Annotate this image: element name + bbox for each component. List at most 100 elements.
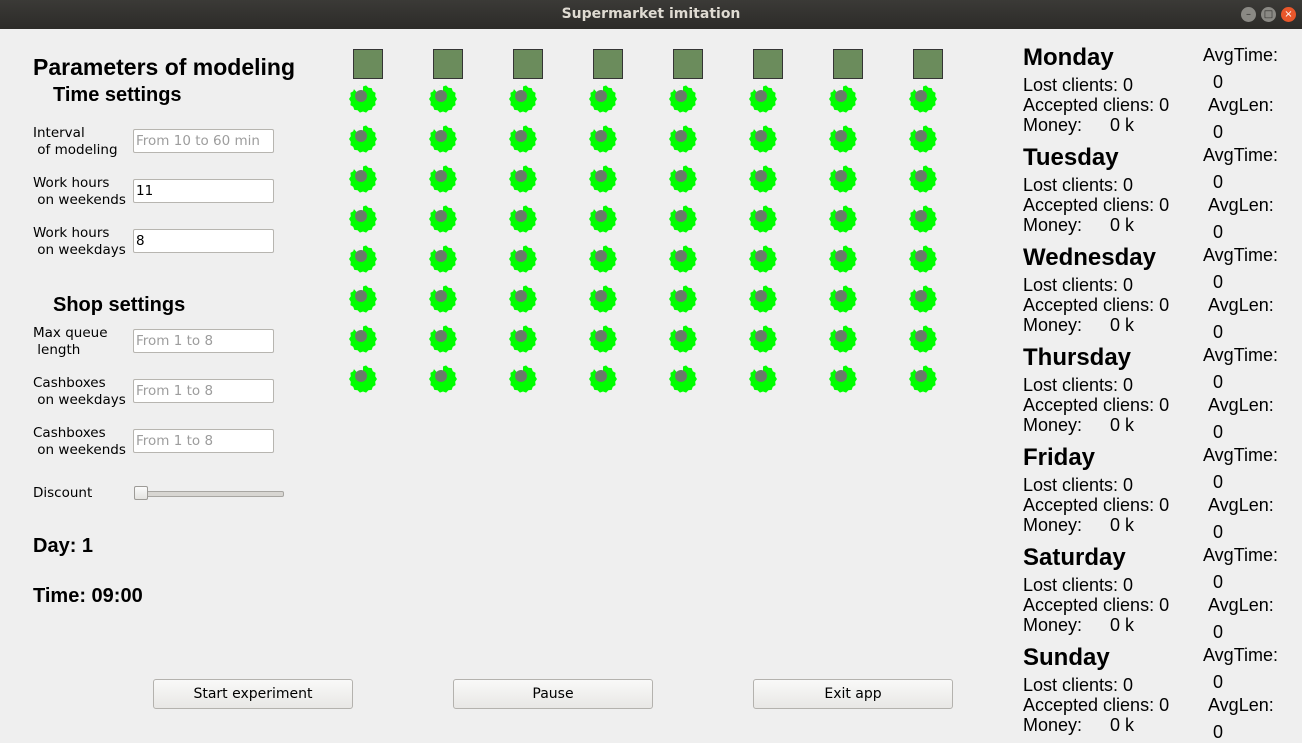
client-icon <box>349 245 377 273</box>
avg-len-label: AvgLen: <box>1208 595 1274 615</box>
cashbox-2 <box>433 49 463 79</box>
day-name-thursday: Thursday <box>1023 344 1132 371</box>
client-icon <box>829 325 857 353</box>
client-icon <box>829 165 857 193</box>
client-icon <box>909 245 937 273</box>
client-icon <box>589 285 617 313</box>
client-icon <box>909 125 937 153</box>
money-value: 0 k <box>1110 615 1135 635</box>
client-icon <box>669 165 697 193</box>
weekday-hours-label: Work hours on weekdays <box>33 225 126 258</box>
avg-len-value: 0 <box>1213 122 1224 142</box>
avg-len-value: 0 <box>1213 522 1224 542</box>
money-value: 0 k <box>1110 115 1135 135</box>
time-counter: Time: 09:00 <box>33 585 143 607</box>
client-icon <box>669 365 697 393</box>
client-icon <box>669 205 697 233</box>
lost-clients-label: Lost clients: 0 <box>1023 175 1134 195</box>
lost-clients-label: Lost clients: 0 <box>1023 675 1134 695</box>
accepted-clients-label: Accepted cliens: 0 <box>1023 195 1170 215</box>
interval-input[interactable] <box>133 129 274 153</box>
client-icon <box>749 205 777 233</box>
lost-clients-label: Lost clients: 0 <box>1023 375 1134 395</box>
client-icon <box>509 125 537 153</box>
avg-len-value: 0 <box>1213 322 1224 342</box>
client-icon <box>669 325 697 353</box>
money-label: Money: <box>1023 115 1083 135</box>
avg-len-label: AvgLen: <box>1208 695 1274 715</box>
client-icon <box>829 285 857 313</box>
client-icon <box>429 205 457 233</box>
window-title: Supermarket imitation <box>561 6 741 22</box>
client-icon <box>349 205 377 233</box>
client-icon <box>589 365 617 393</box>
avg-len-label: AvgLen: <box>1208 295 1274 315</box>
client-icon <box>669 125 697 153</box>
maximize-icon[interactable]: □ <box>1261 7 1276 22</box>
discount-slider-handle[interactable] <box>134 486 148 500</box>
client-icon <box>909 365 937 393</box>
day-name-sunday: Sunday <box>1023 644 1110 671</box>
client-icon <box>349 285 377 313</box>
avg-time-label: AvgTime: <box>1203 645 1279 665</box>
cashbox-5 <box>673 49 703 79</box>
money-label: Money: <box>1023 315 1083 335</box>
cashbox-7 <box>833 49 863 79</box>
lost-clients-label: Lost clients: 0 <box>1023 275 1134 295</box>
client-icon <box>829 125 857 153</box>
avg-time-value: 0 <box>1213 172 1224 192</box>
cashboxes-weekdays-input[interactable] <box>133 379 274 403</box>
avg-time-label: AvgTime: <box>1203 345 1279 365</box>
start-experiment-button[interactable]: Start experiment <box>153 679 353 709</box>
client-icon <box>909 285 937 313</box>
avg-time-value: 0 <box>1213 472 1224 492</box>
client-icon <box>589 325 617 353</box>
avg-len-value: 0 <box>1213 722 1224 742</box>
day-name-wednesday: Wednesday <box>1023 244 1156 271</box>
client-icon <box>669 285 697 313</box>
avg-time-label: AvgTime: <box>1203 445 1279 465</box>
cashboxes-weekends-label: Cashboxes on weekends <box>33 425 126 458</box>
avg-len-value: 0 <box>1213 422 1224 442</box>
client-icon <box>349 125 377 153</box>
client-icon <box>749 365 777 393</box>
client-icon <box>589 85 617 113</box>
weekday-hours-input[interactable] <box>133 229 274 253</box>
client-icon <box>429 125 457 153</box>
window-titlebar: Supermarket imitation – □ × <box>0 0 1302 29</box>
money-label: Money: <box>1023 615 1083 635</box>
day-name-friday: Friday <box>1023 444 1096 471</box>
avg-len-label: AvgLen: <box>1208 395 1274 415</box>
cashbox-8 <box>913 49 943 79</box>
money-value: 0 k <box>1110 415 1135 435</box>
client-icon <box>589 245 617 273</box>
avg-time-value: 0 <box>1213 572 1224 592</box>
pause-button[interactable]: Pause <box>453 679 653 709</box>
discount-slider[interactable] <box>135 491 284 497</box>
avg-len-value: 0 <box>1213 622 1224 642</box>
client-icon <box>509 365 537 393</box>
client-icon <box>749 125 777 153</box>
client-icon <box>429 325 457 353</box>
exit-app-button[interactable]: Exit app <box>753 679 953 709</box>
lost-clients-label: Lost clients: 0 <box>1023 475 1134 495</box>
cashboxes-weekends-input[interactable] <box>133 429 274 453</box>
minimize-icon[interactable]: – <box>1241 7 1256 22</box>
client-icon <box>909 85 937 113</box>
client-icon <box>509 325 537 353</box>
client-icon <box>509 285 537 313</box>
cashbox-4 <box>593 49 623 79</box>
client-icon <box>909 325 937 353</box>
weekend-hours-input[interactable] <box>133 179 274 203</box>
client-icon <box>589 205 617 233</box>
avg-time-value: 0 <box>1213 272 1224 292</box>
avg-time-label: AvgTime: <box>1203 45 1279 65</box>
client-icon <box>349 165 377 193</box>
queue-length-input[interactable] <box>133 329 274 353</box>
cashboxes-weekdays-label: Cashboxes on weekdays <box>33 375 126 408</box>
avg-len-label: AvgLen: <box>1208 95 1274 115</box>
close-icon[interactable]: × <box>1281 7 1296 22</box>
accepted-clients-label: Accepted cliens: 0 <box>1023 295 1170 315</box>
params-heading: Parameters of modeling <box>33 54 296 80</box>
client-icon <box>509 85 537 113</box>
